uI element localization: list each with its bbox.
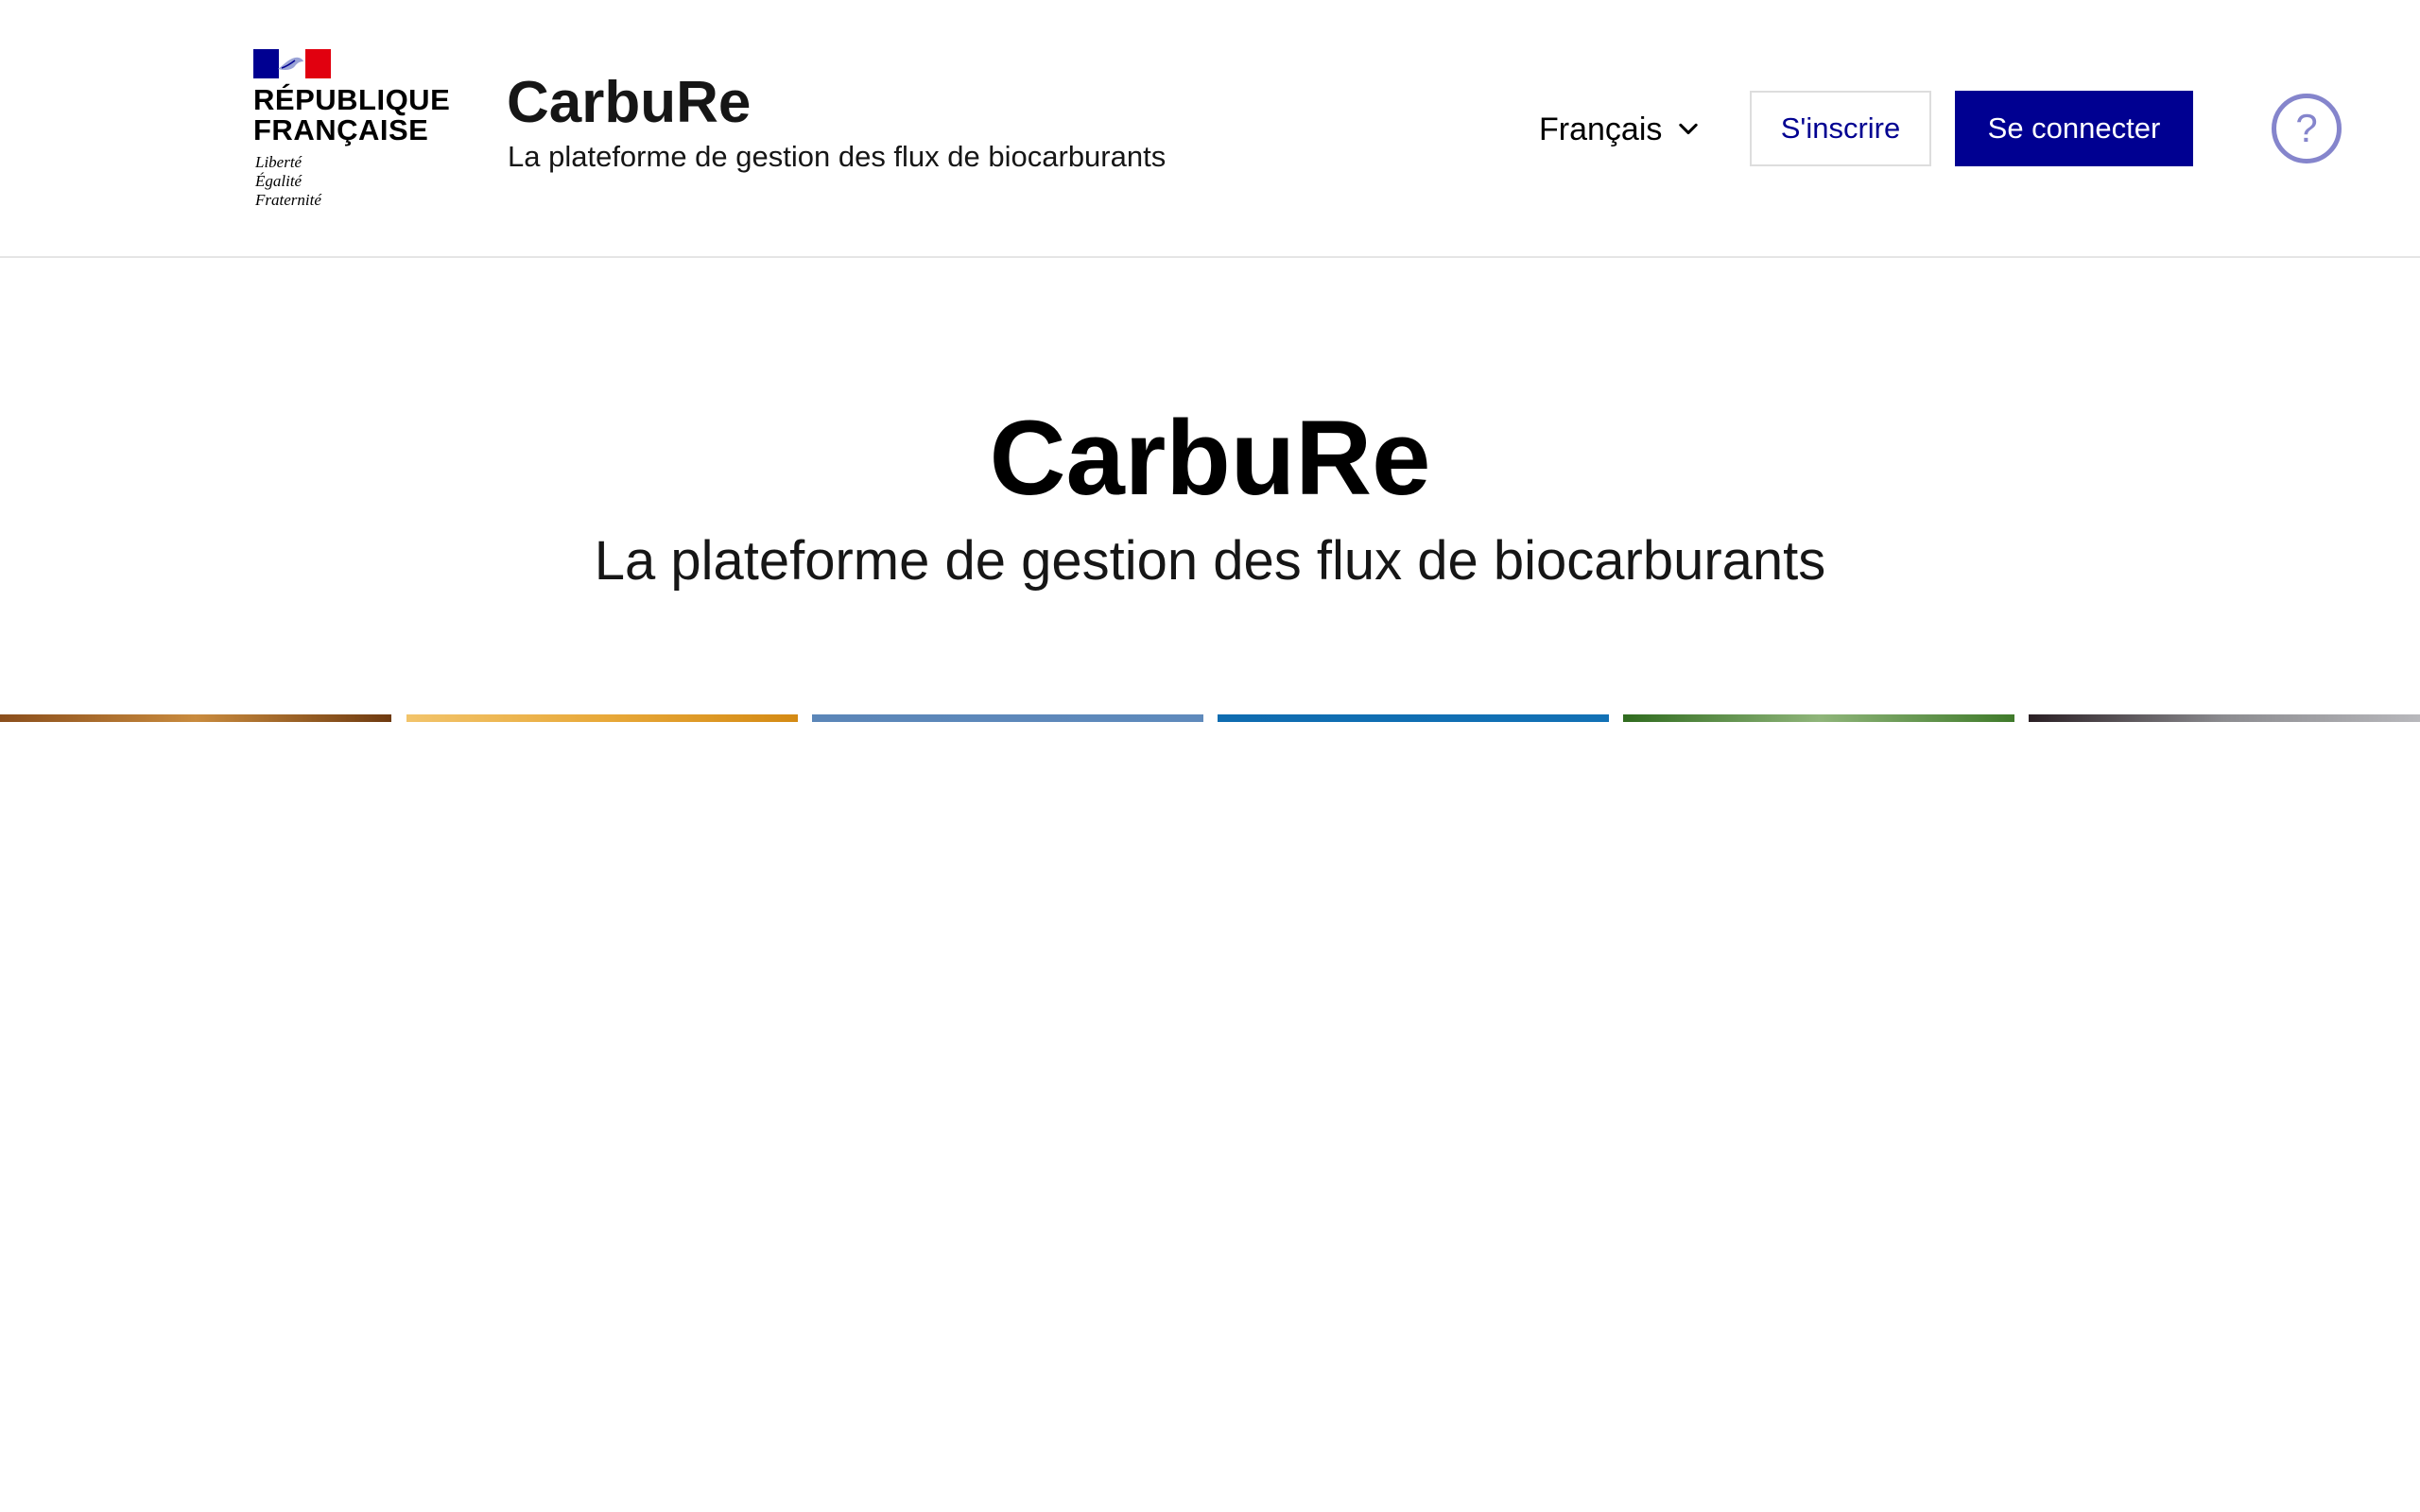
republique-francaise-logo[interactable]: RÉPUBLIQUE FRANÇAISE Liberté Égalité Fra… [253, 49, 450, 210]
service-title[interactable]: CarbuRe [507, 68, 751, 138]
hero-title: CarbuRe [989, 399, 1431, 517]
service-tagline: La plateforme de gestion des flux de bio… [508, 140, 1167, 173]
signup-button[interactable]: S'inscrire [1750, 91, 1931, 166]
image-tile-3 [812, 714, 1203, 722]
image-tile-4 [1218, 714, 1609, 722]
help-icon: ? [2295, 106, 2318, 150]
republique-motto: Liberté Égalité Fraternité [255, 153, 321, 209]
chevron-down-icon [1679, 123, 1699, 135]
image-tile-6 [2029, 714, 2420, 722]
image-tile-5 [1623, 714, 2014, 722]
marianne-icon [278, 57, 303, 70]
hero-tagline: La plateforme de gestion des flux de bio… [594, 530, 1826, 592]
language-selector[interactable]: Français [1539, 106, 1702, 153]
french-flag-icon [253, 49, 331, 78]
republique-francaise-name: RÉPUBLIQUE FRANÇAISE [253, 83, 451, 146]
image-strip [0, 714, 2420, 722]
login-button[interactable]: Se connecter [1955, 91, 2193, 166]
image-tile-2 [406, 714, 798, 722]
site-header: RÉPUBLIQUE FRANÇAISE Liberté Égalité Fra… [0, 0, 2420, 258]
language-selected: Français [1539, 111, 1663, 147]
help-button[interactable]: ? [2272, 94, 2342, 163]
image-tile-1 [0, 714, 391, 722]
